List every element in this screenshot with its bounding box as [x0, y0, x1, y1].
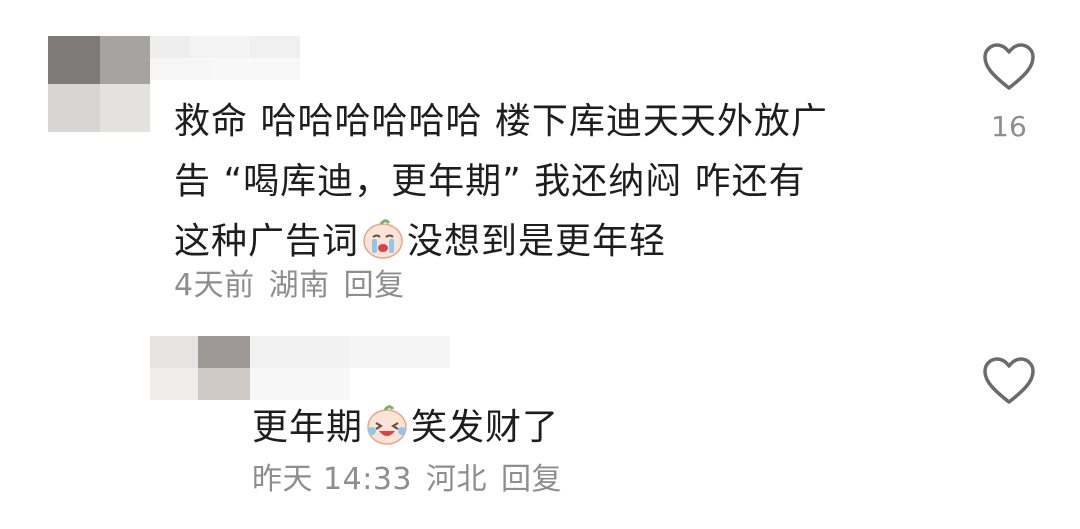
reply-avatar[interactable] [150, 336, 450, 400]
comment-reply-button[interactable]: 回复 [344, 268, 405, 303]
comment-line-3: 这种广告词 没想到是更年轻 [174, 212, 954, 272]
crying-face-emoji [363, 219, 403, 259]
reply-meta: 昨天 14:33 河北 回复 [252, 462, 576, 498]
comment-username[interactable] [150, 36, 300, 80]
comment-location: 湖南 [268, 268, 330, 303]
reply-location: 河北 [426, 462, 487, 497]
reply-time: 昨天 14:33 [252, 462, 412, 497]
comment-line-3-start: 这种广告词 [174, 221, 360, 262]
like-count: 16 [991, 110, 1027, 143]
comment-text: 救命 哈哈哈哈哈哈 楼下库迪天天外放广 告 “喝库迪，更年期” 我还纳闷 咋还有… [174, 92, 954, 272]
comment-line-1: 救命 哈哈哈哈哈哈 楼下库迪天天外放广 [174, 101, 828, 142]
reply-text-end: 笑发财了 [411, 407, 560, 448]
reply-text-start: 更年期 [252, 407, 364, 448]
reply-text: 更年期 笑发财了 [252, 398, 559, 458]
comment-avatar[interactable] [48, 36, 150, 132]
laughing-tears-emoji [367, 405, 407, 445]
heart-icon[interactable] [981, 356, 1037, 406]
comment-time: 4天前 [174, 268, 255, 303]
comment-line-2: 告 “喝库迪，更年期” 我还纳闷 咋还有 [174, 161, 806, 202]
comment-line-3-end: 没想到是更年轻 [407, 221, 667, 262]
comment-meta: 4天前 湖南 回复 [174, 268, 419, 304]
heart-icon[interactable] [981, 42, 1037, 92]
reply-reply-button[interactable]: 回复 [501, 462, 562, 497]
